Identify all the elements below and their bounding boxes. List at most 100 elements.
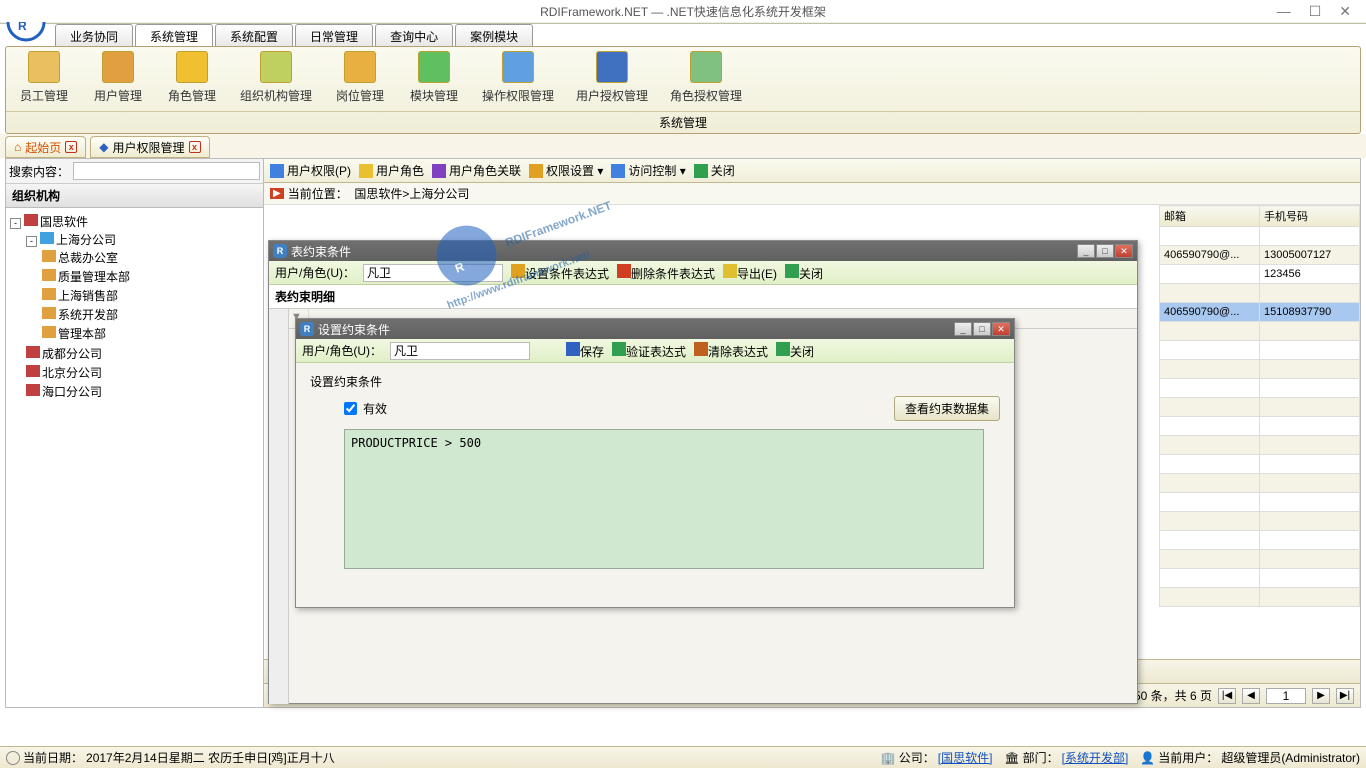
tab-system-manage[interactable]: 系统管理 xyxy=(135,24,213,46)
ab-perm-config[interactable]: 权限设置 ▾ xyxy=(529,162,603,179)
ribbon-module[interactable]: 模块管理 xyxy=(404,51,464,107)
table-row[interactable] xyxy=(1160,569,1360,588)
dept-link[interactable]: [系统开发部] xyxy=(1062,749,1129,766)
table-row[interactable] xyxy=(1160,341,1360,360)
dlg-close[interactable]: ✕ xyxy=(1115,244,1133,258)
ribbon-user-auth[interactable]: 用户授权管理 xyxy=(572,51,652,107)
col-email[interactable]: 邮箱 xyxy=(1160,206,1260,227)
ab-access-control[interactable]: 访问控制 ▾ xyxy=(611,162,685,179)
table-row[interactable] xyxy=(1160,417,1360,436)
d2-validate[interactable]: 验证表达式 xyxy=(612,342,686,360)
tab-system-config[interactable]: 系统配置 xyxy=(215,24,293,46)
tab-query[interactable]: 查询中心 xyxy=(375,24,453,46)
ribbon-post[interactable]: 岗位管理 xyxy=(330,51,390,107)
d2-user-input[interactable] xyxy=(390,342,530,360)
tree-node[interactable]: 北京分公司 xyxy=(42,366,102,380)
col-phone[interactable]: 手机号码 xyxy=(1260,206,1360,227)
table-row[interactable] xyxy=(1160,360,1360,379)
pagetab-user-perm[interactable]: ◆ 用户权限管理 x xyxy=(90,136,209,158)
tree-node[interactable]: 上海销售部 xyxy=(58,289,118,303)
d2-close[interactable]: 关闭 xyxy=(776,342,814,360)
company-link[interactable]: [国思软件] xyxy=(938,749,993,766)
tab-business[interactable]: 业务协同 xyxy=(55,24,133,46)
tree-node[interactable]: 成都分公司 xyxy=(42,347,102,361)
ab-close[interactable]: 关闭 xyxy=(694,162,735,179)
table-row[interactable] xyxy=(1160,398,1360,417)
dialog1-titlebar[interactable]: R 表约束条件 _ □ ✕ xyxy=(269,241,1137,261)
d2-expression-input[interactable] xyxy=(344,429,984,569)
ab-user-perm[interactable]: 用户权限(P) xyxy=(270,162,351,179)
minimize-button[interactable]: — xyxy=(1277,3,1291,20)
sum-first[interactable]: |◀ xyxy=(1218,688,1236,704)
tree-toggle[interactable]: - xyxy=(10,218,21,229)
table-row[interactable]: 123456 xyxy=(1160,265,1360,284)
tree-toggle[interactable]: - xyxy=(26,236,37,247)
dlg-min[interactable]: _ xyxy=(1077,244,1095,258)
table-row[interactable]: 406590790@...15108937790 xyxy=(1160,303,1360,322)
d1-export[interactable]: 导出(E) xyxy=(723,264,777,282)
current-system-select[interactable]: .NET快速开发整合框架 xyxy=(212,3,412,21)
tree-root[interactable]: 国思软件 xyxy=(40,215,88,229)
help-icon[interactable] xyxy=(418,4,434,20)
close-icon[interactable]: x xyxy=(65,141,77,153)
sum-last[interactable]: ▶| xyxy=(1336,688,1354,704)
d1-del-expr[interactable]: 删除条件表达式 xyxy=(617,264,715,282)
table-row[interactable] xyxy=(1160,322,1360,341)
users-icon[interactable] xyxy=(82,4,98,20)
ab-user-role[interactable]: 用户角色 xyxy=(359,162,424,179)
ribbon-user[interactable]: 用户管理 xyxy=(88,51,148,107)
tree-node[interactable]: 总裁办公室 xyxy=(58,251,118,265)
ab-role-link[interactable]: 用户角色关联 xyxy=(432,162,521,179)
d1-user-input[interactable] xyxy=(363,264,503,282)
page-input[interactable] xyxy=(1266,688,1306,704)
tree-node[interactable]: 系统开发部 xyxy=(58,308,118,322)
tab-example[interactable]: 案例模块 xyxy=(455,24,533,46)
ribbon-employee[interactable]: 员工管理 xyxy=(14,51,74,107)
tree-node[interactable]: 上海分公司 xyxy=(56,233,116,247)
table-row[interactable] xyxy=(1160,493,1360,512)
table-row[interactable] xyxy=(1160,455,1360,474)
tree-node[interactable]: 管理本部 xyxy=(58,327,106,341)
d1-set-expr[interactable]: 设置条件表达式 xyxy=(511,264,609,282)
table-row[interactable]: 406590790@...13005007127 xyxy=(1160,246,1360,265)
org-tree[interactable]: -国思软件 -上海分公司 总裁办公室 质量管理本部 上海销售部 系统开发部 管理… xyxy=(6,208,263,707)
data-table[interactable]: 邮箱 手机号码 406590790@...13005007127123456 40… xyxy=(1159,205,1360,607)
d2-clear[interactable]: 清除表达式 xyxy=(694,342,768,360)
nav-icon[interactable] xyxy=(50,4,66,20)
close-button[interactable]: ✕ xyxy=(1339,3,1351,20)
tools-icon[interactable] xyxy=(114,4,130,20)
d2-view-dataset[interactable]: 查看约束数据集 xyxy=(894,396,1000,421)
tab-daily[interactable]: 日常管理 xyxy=(295,24,373,46)
table-row[interactable] xyxy=(1160,550,1360,569)
close-icon[interactable]: x xyxy=(189,141,201,153)
ribbon-role[interactable]: 角色管理 xyxy=(162,51,222,107)
table-row[interactable] xyxy=(1160,284,1360,303)
search-input[interactable] xyxy=(73,162,260,180)
pagetab-home[interactable]: ⌂ 起始页 x xyxy=(5,136,86,158)
dlg-min[interactable]: _ xyxy=(954,322,972,336)
dlg-max[interactable]: □ xyxy=(1096,244,1114,258)
d2-valid-checkbox[interactable] xyxy=(344,402,357,415)
tree-node[interactable]: 海口分公司 xyxy=(42,385,102,399)
table-row[interactable] xyxy=(1160,379,1360,398)
sum-prev[interactable]: ◀ xyxy=(1242,688,1260,704)
left-panel: 搜索内容： 组织机构 -国思软件 -上海分公司 总裁办公室 质量管理本部 上海销… xyxy=(6,159,264,707)
dialog2-titlebar[interactable]: R 设置约束条件 _ □ ✕ xyxy=(296,319,1014,339)
sum-next[interactable]: ▶ xyxy=(1312,688,1330,704)
table-row[interactable] xyxy=(1160,227,1360,246)
ribbon-op-perm[interactable]: 操作权限管理 xyxy=(478,51,558,107)
ribbon-org[interactable]: 组织机构管理 xyxy=(236,51,316,107)
tree-node[interactable]: 质量管理本部 xyxy=(58,270,130,284)
table-row[interactable] xyxy=(1160,512,1360,531)
ribbon-role-auth[interactable]: 角色授权管理 xyxy=(666,51,746,107)
maximize-button[interactable]: ☐ xyxy=(1309,3,1322,20)
dlg-max[interactable]: □ xyxy=(973,322,991,336)
table-row[interactable] xyxy=(1160,531,1360,550)
table-row[interactable] xyxy=(1160,474,1360,493)
d1-close[interactable]: 关闭 xyxy=(785,264,823,282)
dlg-close[interactable]: ✕ xyxy=(992,322,1010,336)
table-row[interactable] xyxy=(1160,588,1360,607)
table-row[interactable] xyxy=(1160,436,1360,455)
d2-save[interactable]: 保存 xyxy=(566,342,604,360)
pagetab-perm-label: 用户权限管理 xyxy=(113,139,185,156)
